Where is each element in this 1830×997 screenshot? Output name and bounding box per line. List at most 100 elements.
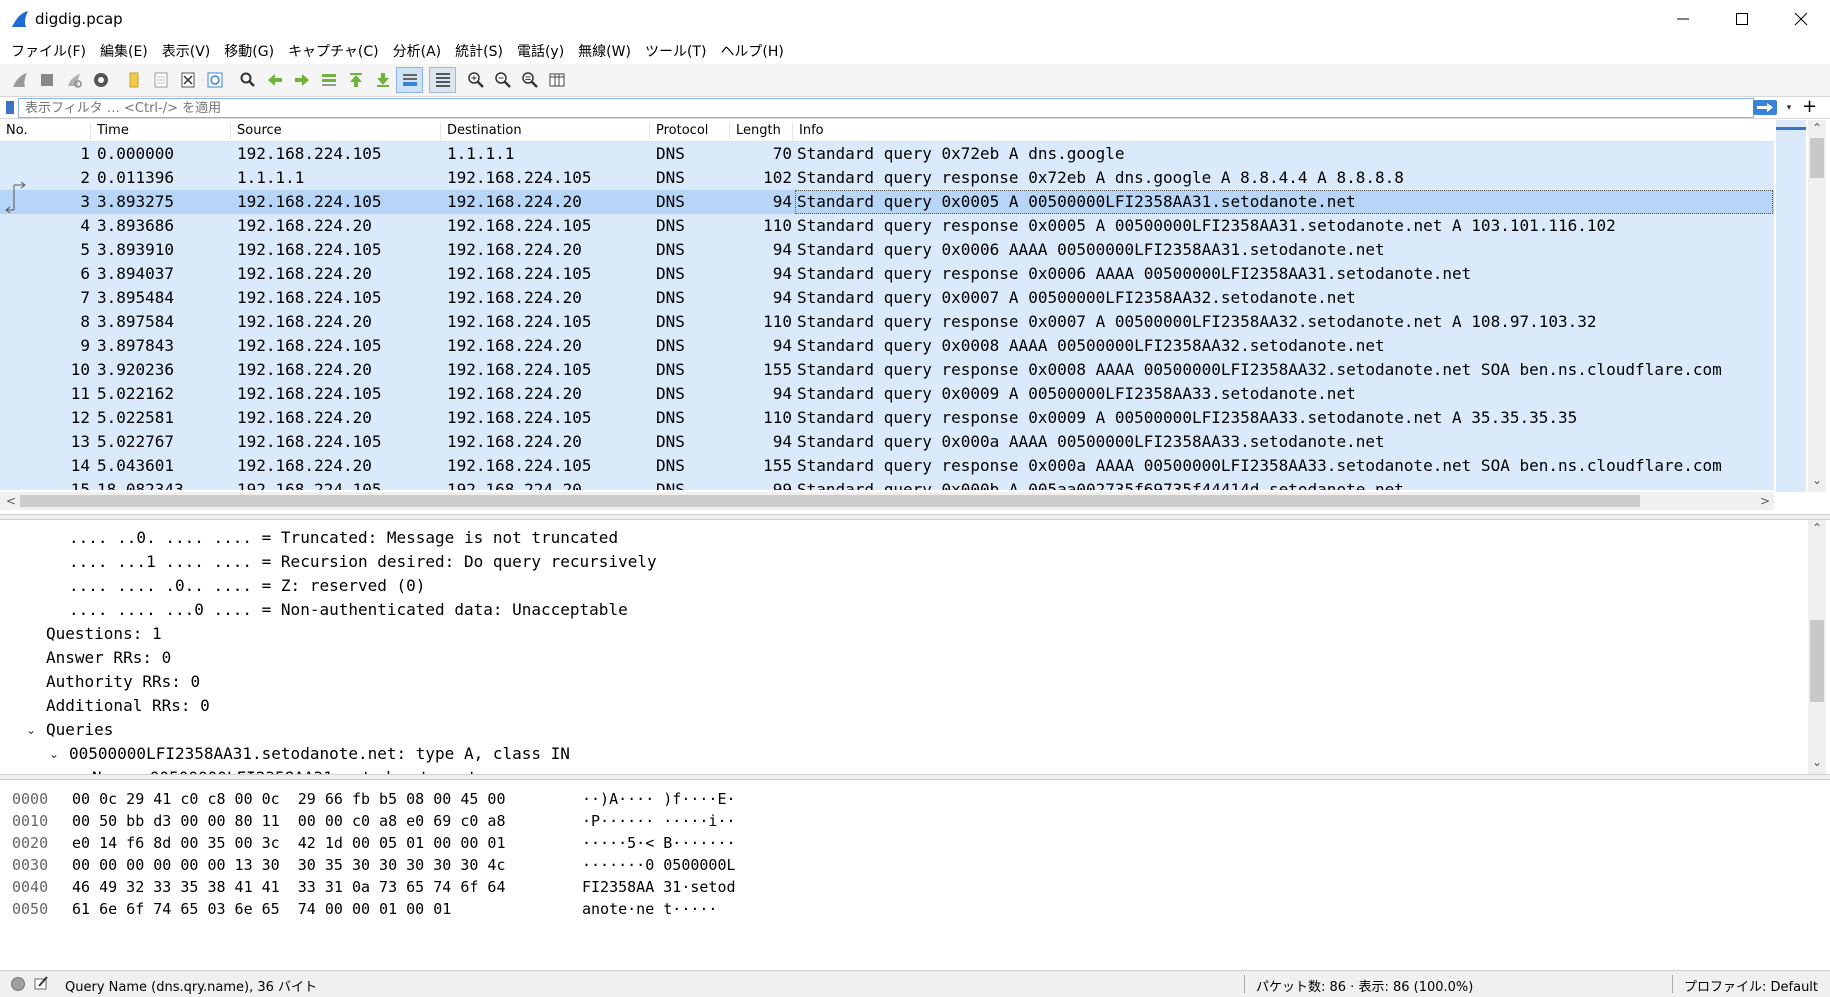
details-scroll-up-icon[interactable]: ⌃ xyxy=(1812,520,1822,536)
filter-history-dropdown[interactable]: ▾ xyxy=(1782,99,1796,117)
menu-tools[interactable]: ツール(T) xyxy=(638,40,713,64)
column-protocol[interactable]: Protocol xyxy=(650,123,730,141)
table-row[interactable]: 2 0.011396 1.1.1.1 192.168.224.105 DNS 102 Sta… xyxy=(0,166,1774,190)
capture-options-button[interactable] xyxy=(87,67,114,93)
scroll-down-icon[interactable]: ⌄ xyxy=(1812,472,1822,488)
details-scroll-thumb[interactable] xyxy=(1810,620,1824,702)
menu-edit[interactable]: 編集(E) xyxy=(93,40,155,64)
detail-tree-item[interactable]: .... ..0. .... .... = Truncated: Message… xyxy=(69,526,618,550)
detail-tree-item[interactable]: Answer RRs: 0 xyxy=(46,646,171,670)
bookmark-icon[interactable] xyxy=(6,101,14,114)
detail-tree-item[interactable]: Queries xyxy=(46,718,113,742)
byte-ascii[interactable]: FI2358AA 31·setod xyxy=(582,876,736,898)
menu-statistics[interactable]: 統計(S) xyxy=(448,40,510,64)
last-packet-button[interactable] xyxy=(369,67,396,93)
column-source[interactable]: Source xyxy=(231,123,441,141)
column-length[interactable]: Length xyxy=(730,123,793,141)
reload-file-button[interactable] xyxy=(201,67,228,93)
table-row[interactable]: 6 3.894037 192.168.224.20 192.168.224.105 DN… xyxy=(0,262,1774,286)
detail-tree-item[interactable]: .... .... .0.. .... = Z: reserved (0) xyxy=(69,574,425,598)
details-vertical-scrollbar[interactable]: ⌃ ⌄ xyxy=(1808,520,1826,774)
apply-filter-button[interactable] xyxy=(1753,100,1777,115)
table-row[interactable]: 9 3.897843 192.168.224.105 192.168.224.20 DN… xyxy=(0,334,1774,358)
expand-chevron-icon[interactable]: ⌄ xyxy=(26,718,36,742)
byte-hex[interactable]: 00 0c 29 41 c0 c8 00 0c 29 66 fb b5 08 0… xyxy=(72,788,505,810)
first-packet-button[interactable] xyxy=(342,67,369,93)
details-scroll-down-icon[interactable]: ⌄ xyxy=(1812,754,1822,770)
find-packet-button[interactable] xyxy=(234,67,261,93)
menu-analyze[interactable]: 分析(A) xyxy=(386,40,449,64)
table-row[interactable]: 14 5.043601 192.168.224.20 192.168.224.105 D… xyxy=(0,454,1774,478)
go-to-packet-button[interactable] xyxy=(315,67,342,93)
colorize-button[interactable] xyxy=(429,67,456,93)
byte-hex[interactable]: 00 00 00 00 00 00 13 30 30 35 30 30 30 3… xyxy=(72,854,505,876)
table-row[interactable]: 13 5.022767 192.168.224.105 192.168.224.20 D… xyxy=(0,430,1774,454)
packet-list-hscroll-thumb[interactable] xyxy=(20,495,1640,507)
detail-tree-item[interactable]: Questions: 1 xyxy=(46,622,162,646)
byte-ascii[interactable]: ··)A···· )f····E· xyxy=(582,788,736,810)
go-forward-button[interactable] xyxy=(288,67,315,93)
zoom-normal-button[interactable] xyxy=(516,67,543,93)
minimize-button[interactable] xyxy=(1654,0,1712,38)
detail-tree-item[interactable]: .... ...1 .... .... = Recursion desired:… xyxy=(69,550,657,574)
detail-tree-item[interactable]: Name: 00500000LFI2358AA31.setodanote.net xyxy=(92,766,477,774)
byte-ascii[interactable]: ·······0 0500000L xyxy=(582,854,736,876)
display-filter-input[interactable] xyxy=(18,98,1754,118)
packet-list-vertical-scrollbar[interactable]: ⌃ ⌄ xyxy=(1808,120,1826,492)
byte-hex[interactable]: 00 50 bb d3 00 00 80 11 00 00 c0 a8 e0 6… xyxy=(72,810,505,832)
scroll-right-icon[interactable]: > xyxy=(1760,493,1770,509)
detail-tree-item[interactable]: .... .... ...0 .... = Non-authenticated … xyxy=(69,598,628,622)
column-info[interactable]: Info xyxy=(793,123,1773,141)
table-row[interactable]: 11 5.022162 192.168.224.105 192.168.224.20 D… xyxy=(0,382,1774,406)
zoom-out-button[interactable] xyxy=(489,67,516,93)
table-row[interactable]: 10 3.920236 192.168.224.20 192.168.224.105 D… xyxy=(0,358,1774,382)
expand-chevron-icon[interactable]: ⌄ xyxy=(49,742,59,766)
resize-columns-button[interactable] xyxy=(543,67,570,93)
column-destination[interactable]: Destination xyxy=(441,123,650,141)
table-row-selected[interactable]: 3 3.893275 192.168.224.105 192.168.224.20 DN… xyxy=(0,190,1774,214)
go-back-button[interactable] xyxy=(261,67,288,93)
restart-capture-button[interactable] xyxy=(60,67,87,93)
autoscroll-button[interactable] xyxy=(396,67,423,93)
menu-capture[interactable]: キャプチャ(C) xyxy=(281,40,386,64)
menu-wireless[interactable]: 無線(W) xyxy=(571,40,638,64)
table-row[interactable]: 1 0.000000 192.168.224.105 1.1.1.1 DNS 70 Stan… xyxy=(0,142,1774,166)
byte-hex[interactable]: 46 49 32 33 35 38 41 41 33 31 0a 73 65 7… xyxy=(72,876,505,898)
packet-list-horizontal-scrollbar[interactable]: < > xyxy=(0,492,1774,510)
detail-tree-item[interactable]: 00500000LFI2358AA31.setodanote.net: type… xyxy=(69,742,570,766)
table-row[interactable]: 15 18.082343 192.168.224.105 192.168.224.20… xyxy=(0,478,1774,490)
byte-hex[interactable]: e0 14 f6 8d 00 35 00 3c 42 1d 00 05 01 0… xyxy=(72,832,505,854)
close-file-button[interactable] xyxy=(174,67,201,93)
menu-go[interactable]: 移動(G) xyxy=(217,40,281,64)
table-row[interactable]: 4 3.893686 192.168.224.20 192.168.224.105 DN… xyxy=(0,214,1774,238)
menu-telephony[interactable]: 電話(y) xyxy=(510,40,571,64)
table-row[interactable]: 12 5.022581 192.168.224.20 192.168.224.105 D… xyxy=(0,406,1774,430)
scroll-up-icon[interactable]: ⌃ xyxy=(1812,120,1822,136)
menu-view[interactable]: 表示(V) xyxy=(155,40,218,64)
byte-hex[interactable]: 61 6e 6f 74 65 03 6e 65 74 00 00 01 00 0… xyxy=(72,898,451,920)
byte-ascii[interactable]: ·P······ ·····i·· xyxy=(582,810,736,832)
capture-comment-icon[interactable] xyxy=(33,975,49,991)
column-time[interactable]: Time xyxy=(91,123,231,141)
zoom-in-button[interactable] xyxy=(462,67,489,93)
detail-tree-item[interactable]: Authority RRs: 0 xyxy=(46,670,200,694)
column-no[interactable]: No. xyxy=(0,123,91,141)
stop-capture-button[interactable] xyxy=(33,67,60,93)
add-filter-button[interactable]: + xyxy=(1802,97,1817,117)
table-row[interactable]: 8 3.897584 192.168.224.20 192.168.224.105 DN… xyxy=(0,310,1774,334)
byte-ascii[interactable]: ·····5·< B······· xyxy=(582,832,736,854)
byte-ascii[interactable]: anote·ne t····· xyxy=(582,898,717,920)
packet-minimap[interactable] xyxy=(1776,120,1806,492)
table-row[interactable]: 7 3.895484 192.168.224.105 192.168.224.20 DN… xyxy=(0,286,1774,310)
save-file-button[interactable] xyxy=(147,67,174,93)
menu-help[interactable]: ヘルプ(H) xyxy=(713,40,790,64)
packet-list-scroll-thumb[interactable] xyxy=(1810,138,1824,178)
maximize-button[interactable] xyxy=(1713,0,1771,38)
close-button[interactable] xyxy=(1772,0,1830,38)
scroll-left-icon[interactable]: < xyxy=(6,493,16,509)
table-row[interactable]: 5 3.893910 192.168.224.105 192.168.224.20 DN… xyxy=(0,238,1774,262)
detail-tree-item[interactable]: Additional RRs: 0 xyxy=(46,694,210,718)
menu-file[interactable]: ファイル(F) xyxy=(4,40,93,64)
status-profile[interactable]: プロファイル: Default xyxy=(1684,976,1818,995)
start-capture-button[interactable] xyxy=(6,67,33,93)
